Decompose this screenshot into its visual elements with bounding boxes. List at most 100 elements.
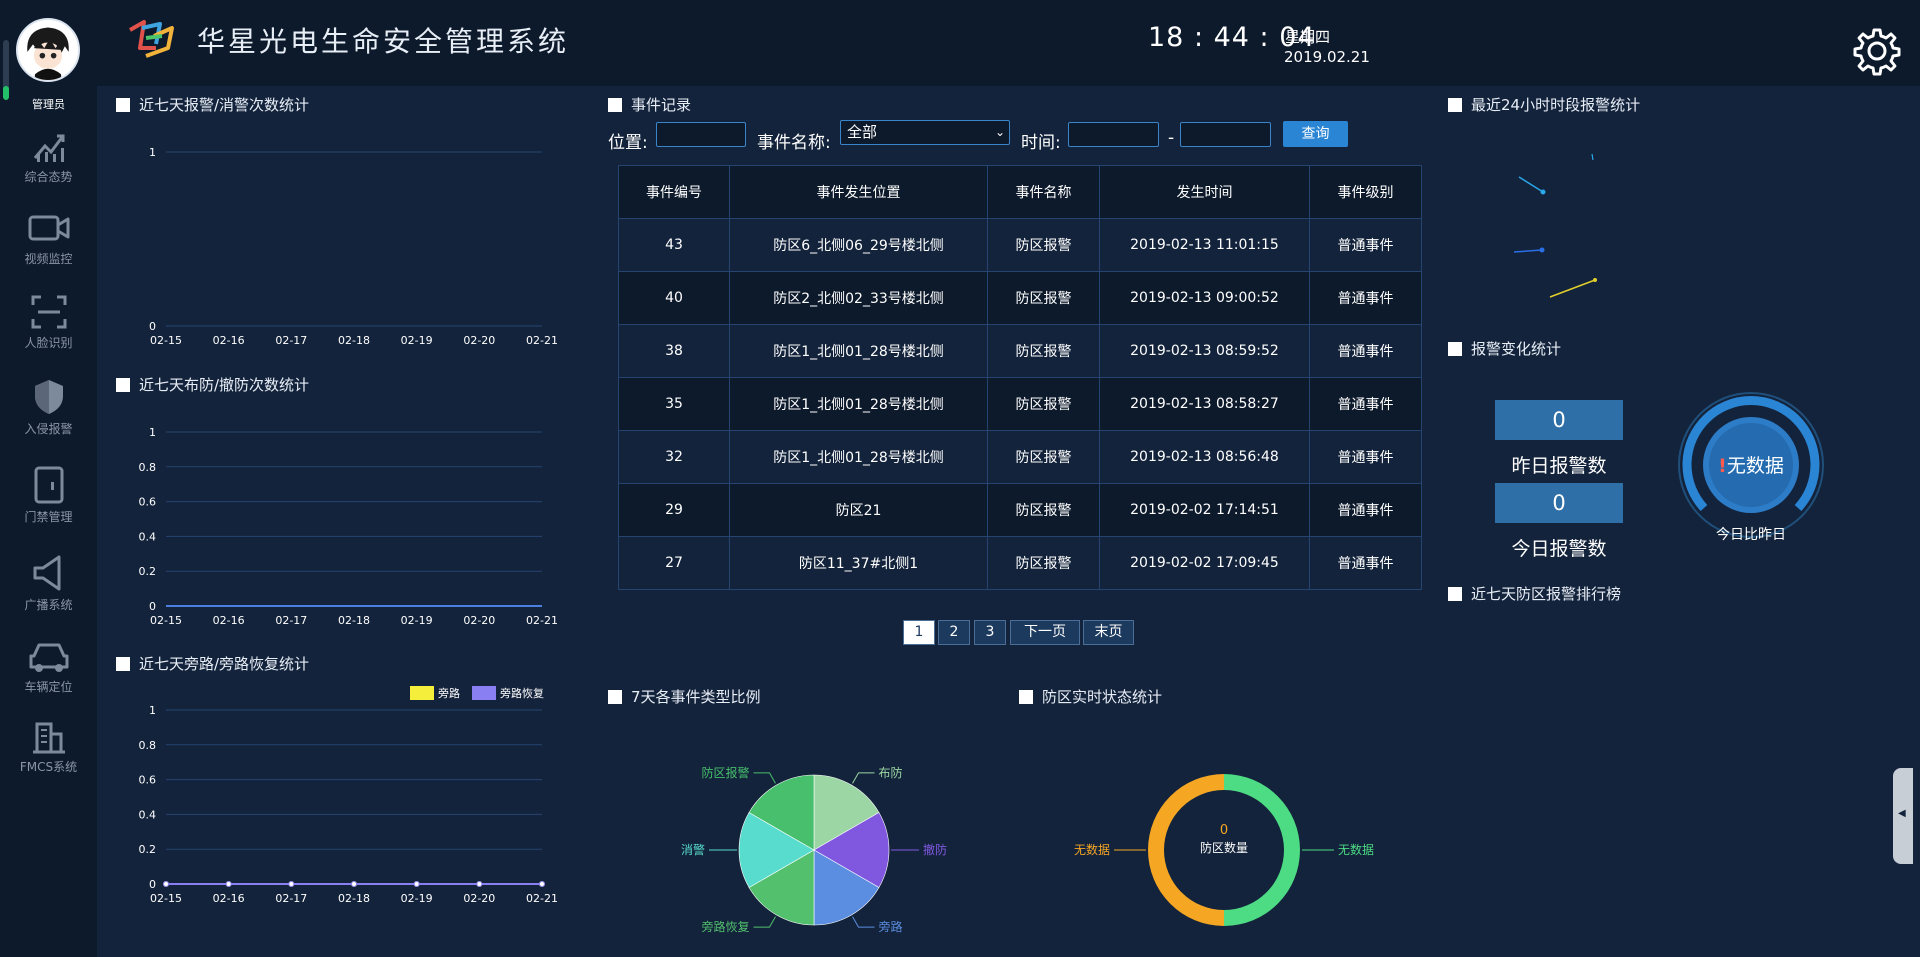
checkbox[interactable] [1448, 586, 1462, 601]
column-header[interactable]: 事件编号 [618, 165, 730, 219]
query-button[interactable]: 查询 [1283, 121, 1348, 147]
x-tick-label: 02-18 [338, 892, 370, 905]
table-row[interactable]: 29 防区21 防区报警 2019-02-02 17:14:51 普通事件 [618, 483, 1422, 537]
shield-icon [34, 380, 63, 414]
table-cell: 普通事件 [1309, 536, 1422, 590]
panel-title-text: 近七天旁路/旁路恢复统计 [139, 655, 310, 673]
panel-title-arm7: 近七天布防/撤防次数统计 [116, 374, 309, 395]
x-tick-label: 02-17 [275, 334, 307, 347]
x-tick-label: 02-20 [463, 334, 495, 347]
table-row[interactable]: 38 防区1_北侧01_28号楼北侧 防区报警 2019-02-13 08:59:52… [618, 324, 1422, 378]
next-page-button[interactable]: 下一页 [1010, 620, 1080, 645]
table-cell: 35 [618, 377, 730, 431]
gauge-warning-icon: ! [1718, 455, 1727, 477]
chart-point [1539, 247, 1545, 253]
data-point [225, 881, 232, 887]
table-cell: 43 [618, 218, 730, 272]
sidebar-item-label: 人脸识别 [24, 336, 73, 350]
checkbox[interactable] [608, 97, 622, 112]
table-cell: 38 [618, 324, 730, 378]
sidebar-item-situation[interactable]: 综合态势 [0, 128, 97, 204]
y-tick-label: 1 [149, 146, 156, 159]
column-header[interactable]: 事件名称 [987, 165, 1100, 219]
panel-title-text: 近七天报警/消警次数统计 [139, 96, 310, 114]
checkbox[interactable] [1448, 341, 1462, 356]
table-cell: 2019-02-13 08:56:48 [1099, 430, 1310, 484]
y-tick-label: 0.8 [139, 461, 157, 474]
data-point [413, 881, 420, 887]
x-tick-label: 02-15 [150, 334, 182, 347]
sidebar-item-intrusion[interactable]: 入侵报警 [0, 378, 97, 454]
collapse-panel-tab[interactable]: ◀ [1893, 768, 1913, 864]
table-row[interactable]: 35 防区1_北侧01_28号楼北侧 防区报警 2019-02-13 08:58:27… [618, 377, 1422, 431]
x-tick-label: 02-20 [463, 892, 495, 905]
user-role-label: 管理员 [32, 98, 65, 111]
x-tick-label: 02-15 [150, 892, 182, 905]
door-icon [34, 466, 63, 504]
y-tick-label: 1 [149, 704, 156, 717]
sidebar-item-face[interactable]: 人脸识别 [0, 294, 97, 370]
avatar-icon [18, 20, 78, 80]
settings-gear-icon[interactable] [1852, 26, 1902, 76]
table-row[interactable]: 40 防区2_北侧02_33号楼北侧 防区报警 2019-02-13 09:00:52… [618, 271, 1422, 325]
x-tick-label: 02-16 [213, 892, 245, 905]
sidebar-item-access[interactable]: 门禁管理 [0, 466, 97, 542]
column-header[interactable]: 发生时间 [1099, 165, 1310, 219]
time-from-input[interactable] [1068, 122, 1159, 147]
chart-line-segment [1513, 249, 1543, 253]
center-label: 防区数量 [1200, 840, 1248, 855]
table-cell: 防区1_北侧01_28号楼北侧 [729, 377, 988, 431]
checkbox[interactable] [1019, 689, 1033, 704]
sidebar-item-vehicle[interactable]: 车辆定位 [0, 640, 97, 716]
chart-point [1540, 189, 1546, 195]
page-button-3[interactable]: 3 [974, 620, 1006, 645]
table-row[interactable]: 27 防区11_37#北侧1 防区报警 2019-02-02 17:09:45 普通事件 [618, 536, 1422, 590]
table-cell: 防区报警 [987, 430, 1100, 484]
event-name-select[interactable]: 全部 ⌄ [840, 120, 1010, 145]
legend-label: 旁路恢复 [500, 686, 544, 700]
checkbox[interactable] [1448, 97, 1462, 112]
column-header[interactable]: 事件级别 [1309, 165, 1422, 219]
checkbox[interactable] [608, 689, 622, 704]
table-row[interactable]: 32 防区1_北侧01_28号楼北侧 防区报警 2019-02-13 08:56:48… [618, 430, 1422, 484]
last-page-button[interactable]: 末页 [1083, 620, 1134, 645]
chart-alarm7: 0 1 02-15 02-16 02-17 02-18 02-19 02-20 02-21 [149, 146, 558, 347]
table-cell: 2019-02-13 08:59:52 [1099, 324, 1310, 378]
page-button-2[interactable]: 2 [938, 620, 970, 645]
table-cell: 防区报警 [987, 377, 1100, 431]
table-cell: 40 [618, 271, 730, 325]
location-input[interactable] [656, 122, 746, 147]
x-tick-label: 02-19 [401, 614, 433, 627]
checkbox[interactable] [116, 377, 130, 392]
sidebar-item-video[interactable]: 视频监控 [0, 210, 97, 286]
x-tick-label: 02-17 [275, 614, 307, 627]
sidebar-item-fmcs[interactable]: FMCS系统 [0, 720, 97, 796]
sidebar: 管理员 综合态势 视频监控 人脸识别 入侵报警 门禁管理 广播系统 车辆定位 F… [0, 0, 97, 957]
table-cell: 29 [618, 483, 730, 537]
chart-point [1593, 278, 1597, 282]
avatar[interactable] [16, 18, 80, 82]
sidebar-item-label: 广播系统 [24, 598, 73, 612]
table-cell: 普通事件 [1309, 218, 1422, 272]
checkbox[interactable] [116, 656, 130, 671]
sidebar-item-broadcast[interactable]: 广播系统 [0, 554, 97, 630]
x-tick-label: 02-18 [338, 614, 370, 627]
x-tick-label: 02-21 [526, 892, 558, 905]
table-header-row: 事件编号 事件发生位置 事件名称 发生时间 事件级别 [618, 165, 1422, 219]
checkbox[interactable] [116, 97, 130, 112]
column-header[interactable]: 事件发生位置 [729, 165, 988, 219]
x-tick-label: 02-18 [338, 334, 370, 347]
table-cell: 防区1_北侧01_28号楼北侧 [729, 430, 988, 484]
center-value: 0 [1220, 823, 1228, 838]
table-row[interactable]: 43 防区6_北侧06_29号楼北侧 防区报警 2019-02-13 11:01:15… [618, 218, 1422, 272]
slice-label: 旁路恢复 [701, 919, 749, 934]
gauge-label: 今日比昨日 [1716, 527, 1786, 543]
building-icon [32, 722, 65, 754]
page-button-1[interactable]: 1 [903, 620, 935, 645]
top-bar: 华星光电生命安全管理系统 18 : 44 : 04 星期四 2019.02.21 [0, 0, 1920, 86]
sidebar-scroll-indicator[interactable] [3, 40, 9, 100]
table-cell: 防区报警 [987, 536, 1100, 590]
time-to-input[interactable] [1180, 122, 1271, 147]
panel-title-text: 最近24小时时段报警统计 [1471, 96, 1641, 114]
clock-weekday: 星期四 [1285, 28, 1331, 46]
